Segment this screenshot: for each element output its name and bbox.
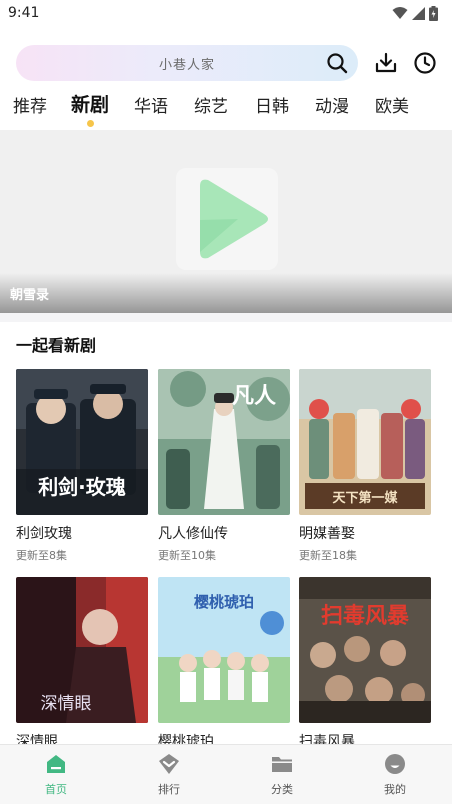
drama-title[interactable]: 凡人修仙传 — [158, 523, 290, 543]
drama-title[interactable]: 深情眼 — [16, 731, 148, 744]
drama-title[interactable]: 利剑玫瑰 — [16, 523, 148, 543]
tab-variety[interactable]: 综艺 — [194, 92, 228, 117]
poster-text: 天下第一媒 — [332, 490, 398, 506]
drama-title[interactable]: 樱桃琥珀 — [158, 731, 290, 744]
nav-ranking[interactable]: 排行 — [129, 753, 209, 797]
banner-title: 朝雪录 — [10, 288, 50, 303]
category-tabs: 推荐 新剧 华语 综艺 日韩 动漫 欧美 — [0, 90, 452, 127]
wifi-icon — [392, 7, 408, 19]
tab-japan-korea[interactable]: 日韩 — [255, 92, 289, 117]
drama-poster[interactable]: 扫毒风暴 — [299, 577, 431, 723]
poster-text: 利剑·玫瑰 — [38, 475, 126, 499]
poster-text: 凡人 — [232, 383, 276, 409]
drama-title[interactable]: 明媒善娶 — [299, 523, 431, 543]
nav-category[interactable]: 分类 — [242, 753, 322, 797]
new-drama-section: 一起看新剧 利剑·玫瑰 利剑玫瑰 更新至8集 凡人 凡人修仙传 更新至10集 天… — [0, 322, 452, 744]
drama-episode-status: 更新至8集 — [16, 549, 67, 562]
active-tab-indicator — [87, 120, 94, 127]
download-icon[interactable] — [374, 51, 398, 75]
search-placeholder[interactable]: 小巷人家 — [159, 54, 215, 73]
tab-new-drama[interactable]: 新剧 — [71, 90, 109, 117]
banner[interactable]: 朝雪录 — [0, 130, 452, 313]
section-title: 一起看新剧 — [16, 336, 97, 355]
home-icon[interactable] — [45, 753, 67, 775]
drama-poster[interactable]: 天下第一媒 — [299, 369, 431, 515]
nav-label[interactable]: 分类 — [242, 781, 322, 797]
nav-label[interactable]: 首页 — [16, 781, 96, 797]
nav-label[interactable]: 排行 — [129, 781, 209, 797]
drama-card[interactable]: 凡人 凡人修仙传 更新至10集 — [158, 369, 290, 563]
nav-label[interactable]: 我的 — [355, 781, 435, 797]
poster-text: 深情眼 — [41, 694, 92, 714]
ranking-icon[interactable] — [158, 753, 180, 775]
drama-card[interactable]: 天下第一媒 明媒善娶 更新至18集 — [299, 369, 431, 563]
nav-home[interactable]: 首页 — [16, 753, 96, 797]
banner-shade — [0, 273, 452, 313]
status-icons — [392, 5, 438, 21]
drama-title[interactable]: 扫毒风暴 — [299, 731, 431, 744]
bottom-nav: 首页 排行 分类 我的 — [0, 744, 452, 804]
signal-icon — [412, 6, 425, 20]
history-icon[interactable] — [413, 51, 437, 75]
status-time: 9:41 — [8, 5, 40, 21]
play-logo-icon — [200, 179, 268, 259]
status-bar: 9:41 — [0, 0, 452, 26]
folder-icon[interactable] — [271, 753, 293, 775]
tab-anime[interactable]: 动漫 — [315, 92, 349, 117]
drama-poster[interactable]: 樱桃琥珀 — [158, 577, 290, 723]
app-logo — [176, 168, 278, 270]
profile-icon[interactable] — [384, 753, 406, 775]
tab-recommend[interactable]: 推荐 — [13, 92, 47, 117]
drama-card[interactable]: 扫毒风暴 扫毒风暴 — [299, 577, 431, 744]
poster-text: 扫毒风暴 — [321, 603, 410, 629]
tab-western[interactable]: 欧美 — [375, 92, 409, 117]
drama-poster[interactable]: 凡人 — [158, 369, 290, 515]
drama-episode-status: 更新至10集 — [158, 549, 216, 562]
drama-card[interactable]: 樱桃琥珀 樱桃琥珀 — [158, 577, 290, 744]
drama-poster[interactable]: 利剑·玫瑰 — [16, 369, 148, 515]
drama-poster[interactable]: 深情眼 — [16, 577, 148, 723]
header: 小巷人家 推荐 新剧 华语 综艺 日韩 动漫 欧美 — [0, 26, 452, 130]
drama-card[interactable]: 利剑·玫瑰 利剑玫瑰 更新至8集 — [16, 369, 148, 563]
battery-icon — [429, 5, 438, 21]
search-icon[interactable] — [326, 52, 348, 74]
poster-text: 樱桃琥珀 — [194, 593, 254, 611]
drama-episode-status: 更新至18集 — [299, 549, 357, 562]
drama-card[interactable]: 深情眼 深情眼 — [16, 577, 148, 744]
search-bar[interactable]: 小巷人家 — [16, 45, 358, 81]
tab-chinese[interactable]: 华语 — [134, 92, 168, 117]
nav-profile[interactable]: 我的 — [355, 753, 435, 797]
